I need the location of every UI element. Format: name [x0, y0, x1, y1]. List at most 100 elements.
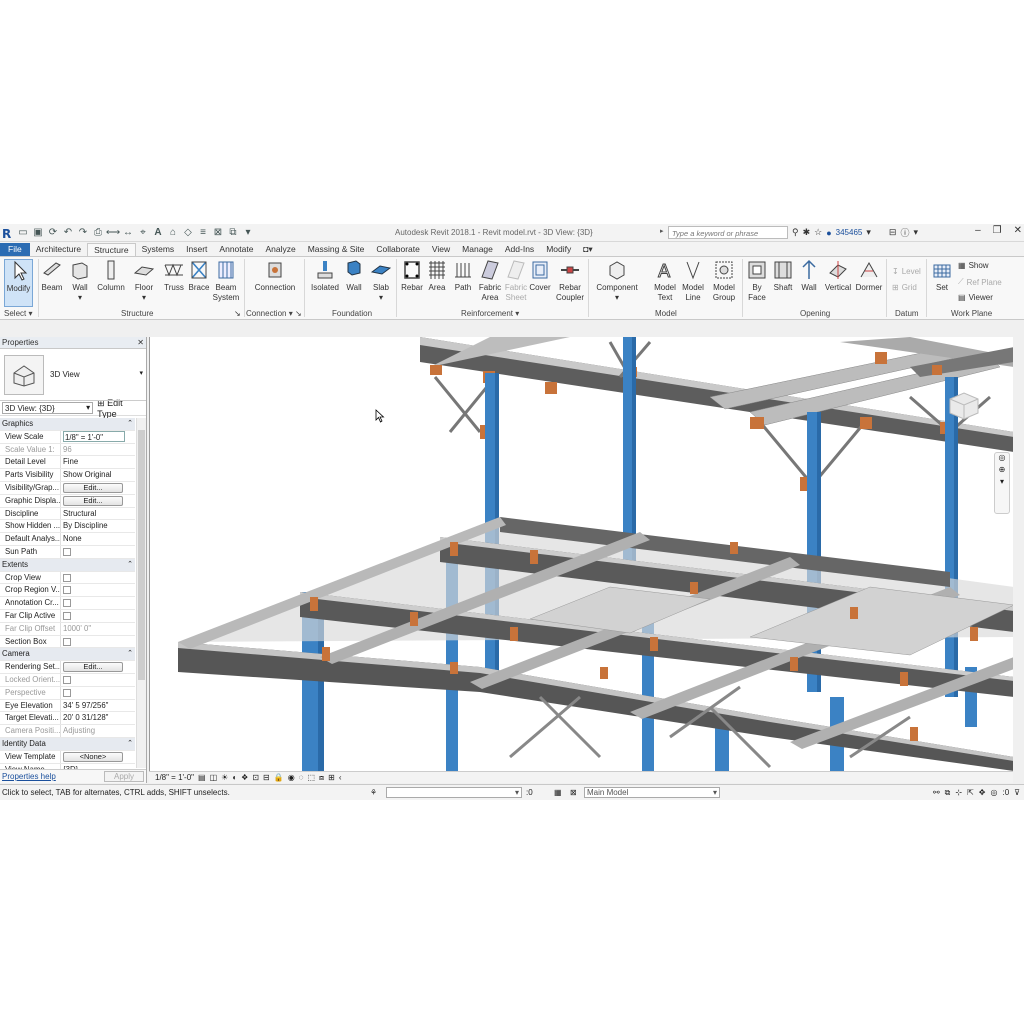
detail-level-icon[interactable]: ▤ [198, 773, 206, 782]
3d-viewport[interactable] [149, 337, 1013, 771]
view-instance-dropdown[interactable]: 3D View: {3D} [2, 402, 94, 414]
tab-add-ins[interactable]: Add-Ins [499, 243, 540, 256]
viewer-button[interactable]: ▤ Viewer [958, 293, 993, 302]
tab-view[interactable]: View [426, 243, 456, 256]
highlight-displacement-icon[interactable]: ⧈ [319, 773, 324, 783]
level-button[interactable]: ↧ Level [892, 267, 921, 276]
design-option-dropdown[interactable]: Main Model [584, 787, 720, 798]
3d-view-icon[interactable]: ⌂ [167, 227, 179, 239]
vertical-opening-button[interactable]: Vertical [822, 259, 854, 293]
workset-dropdown[interactable] [386, 787, 522, 798]
zoom-icon[interactable]: ⊕ [995, 465, 1009, 477]
beam-system-button[interactable]: Beam System [212, 259, 240, 303]
redo-icon[interactable]: ↷ [77, 227, 89, 239]
user-name[interactable]: 345465 [836, 228, 863, 237]
sun-path-icon[interactable]: ☀ [221, 773, 228, 782]
close-icon[interactable]: ✕ [137, 338, 144, 347]
property-value[interactable]: 34' 5 97/256" [63, 701, 108, 710]
rendering-icon[interactable]: ❖ [241, 773, 248, 782]
apply-button[interactable]: Apply [104, 771, 144, 782]
editable-only-icon[interactable]: ▦ [554, 788, 570, 797]
sync-icon[interactable]: ⟳ [47, 227, 59, 239]
design-options-icon[interactable]: ⊠ [570, 788, 584, 797]
subscription-icon[interactable]: ✱ [803, 227, 811, 238]
viewcube-icon[interactable] [946, 387, 982, 423]
grid-button[interactable]: ⊞ Grid [892, 283, 917, 292]
area-rebar-button[interactable]: Area [426, 259, 448, 293]
rebar-coupler-button[interactable]: Rebar Coupler [554, 259, 586, 303]
view-scale[interactable]: 1/8" = 1'-0" [155, 773, 194, 782]
drag-elements-icon[interactable]: ✥ [979, 788, 986, 798]
workset-icon[interactable]: ⚘ [370, 788, 386, 797]
wall-foundation-button[interactable]: Wall [342, 259, 366, 293]
search-expand-icon[interactable]: ▸ [660, 227, 664, 235]
type-selector-dropdown-icon[interactable]: ▾ [139, 369, 143, 377]
property-value[interactable]: Show Original [63, 470, 112, 479]
property-value[interactable]: By Discipline [63, 521, 108, 530]
tab-massing-site[interactable]: Massing & Site [302, 243, 371, 256]
slab-button[interactable]: Slab ▾ [368, 259, 394, 303]
set-work-plane-button[interactable]: Set [930, 259, 954, 293]
crop-view-icon[interactable]: ⊡ [252, 773, 259, 782]
tab-insert[interactable]: Insert [180, 243, 213, 256]
section-icon[interactable]: ◇ [182, 227, 194, 239]
model-group-button[interactable]: Model Group [710, 259, 738, 303]
property-value[interactable]: None [63, 534, 82, 543]
wall-opening-button[interactable]: Wall [798, 259, 820, 293]
connection-group-label[interactable]: Connection ▾ ↘ [246, 309, 302, 318]
fabric-area-button[interactable]: Fabric Area [476, 259, 504, 303]
property-checkbox[interactable] [63, 675, 71, 684]
shaft-opening-button[interactable]: Shaft [772, 259, 794, 293]
component-button[interactable]: Component ▾ [594, 259, 640, 303]
dormer-opening-button[interactable]: Dormer [854, 259, 884, 293]
wall-button[interactable]: Wall ▾ [68, 259, 92, 303]
tag-icon[interactable]: ⌖ [137, 227, 149, 239]
filter-icon[interactable]: ⊽ [1014, 788, 1020, 798]
property-value[interactable]: 1/8" = 1'-0" [63, 430, 125, 442]
scrollbar-thumb[interactable] [138, 430, 145, 680]
path-rebar-button[interactable]: Path [452, 259, 474, 293]
tab-structure[interactable]: Structure [87, 243, 136, 256]
model-text-button[interactable]: A Model Text [652, 259, 678, 303]
edit-button[interactable]: Edit... [63, 482, 123, 493]
tab-architecture[interactable]: Architecture [30, 243, 87, 256]
collapse-icon[interactable]: ⌃ [125, 418, 135, 430]
property-checkbox[interactable] [63, 586, 71, 595]
temp-hide-icon[interactable]: ◉ [288, 773, 295, 782]
select-underlay-icon[interactable]: ⧉ [945, 788, 951, 798]
lock-view-icon[interactable]: 🔒 [274, 773, 284, 782]
floor-button[interactable]: Floor ▾ [132, 259, 156, 303]
edit-button[interactable]: <None> [63, 751, 123, 762]
print-icon[interactable]: ⎙ [92, 227, 104, 239]
viewport-vertical-scrollbar[interactable] [1013, 337, 1024, 771]
open-icon[interactable]: ▭ [17, 227, 29, 239]
close-hidden-icon[interactable]: ⊠ [212, 227, 224, 239]
undo-icon[interactable]: ↶ [62, 227, 74, 239]
background-processes-icon[interactable]: ◎ [990, 788, 997, 798]
reveal-constraints-icon[interactable]: ⊞ [328, 773, 335, 782]
show-work-plane-button[interactable]: ▦ Show [958, 261, 989, 270]
analytical-model-icon[interactable]: ⬚ [307, 773, 315, 782]
view-bar-expand-icon[interactable]: ‹ [339, 773, 342, 782]
connection-button[interactable]: Connection [252, 259, 298, 293]
rebar-button[interactable]: Rebar [400, 259, 424, 293]
visual-style-icon[interactable]: ◫ [210, 773, 218, 782]
property-checkbox[interactable] [63, 688, 71, 697]
user-icon[interactable]: ● [826, 228, 831, 238]
tab-annotate[interactable]: Annotate [213, 243, 259, 256]
zoom-dropdown-icon[interactable]: ▾ [995, 477, 1009, 489]
property-value[interactable]: Structural [63, 509, 96, 518]
column-button[interactable]: Column [96, 259, 126, 293]
user-dropdown-icon[interactable]: ▾ [866, 227, 871, 238]
beam-button[interactable]: Beam [40, 259, 64, 293]
customize-qat-icon[interactable]: ▾ [242, 227, 254, 239]
binoculars-icon[interactable]: ⚲ [792, 227, 799, 238]
edit-button[interactable]: Edit... [63, 495, 123, 506]
fabric-sheet-button[interactable]: Fabric Sheet [502, 259, 530, 303]
reveal-hidden-icon[interactable]: ◌ [299, 773, 304, 782]
favorites-icon[interactable]: ☆ [814, 227, 822, 238]
dimension-icon[interactable]: ↔ [122, 227, 134, 239]
property-checkbox[interactable] [63, 573, 71, 582]
collapse-icon[interactable]: ⌃ [125, 738, 135, 750]
select-group-label[interactable]: Select ▾ [4, 309, 32, 318]
